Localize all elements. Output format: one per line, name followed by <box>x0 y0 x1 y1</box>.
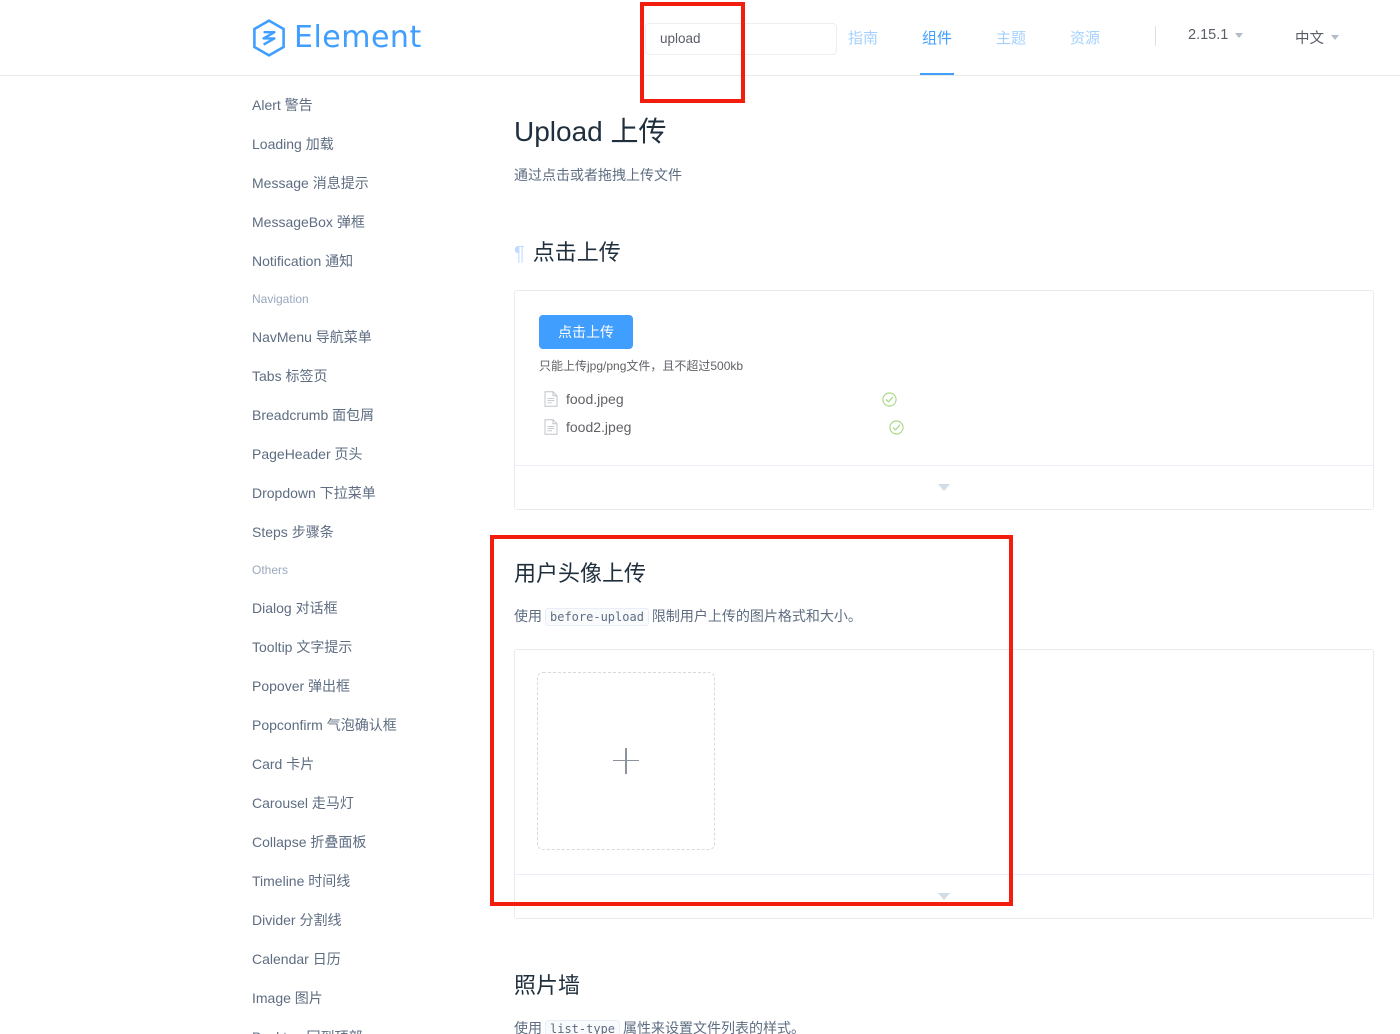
file-name: food2.jpeg <box>566 419 632 435</box>
uploaded-file-list: food.jpeg food2.jpeg <box>539 385 1349 441</box>
chevron-down-icon <box>1331 35 1339 40</box>
list-item[interactable]: food2.jpeg <box>539 413 1349 441</box>
sidebar-item-popconfirm[interactable]: Popconfirm 气泡确认框 <box>252 705 482 744</box>
upload-tip-text: 只能上传jpg/png文件，且不超过500kb <box>539 359 744 373</box>
section-photo-wall: 照片墙 使用 list-type 属性来设置文件列表的样式。 <box>514 972 1374 1034</box>
search-input-value: upload <box>660 31 701 47</box>
sidebar-item-pageheader[interactable]: PageHeader 页头 <box>252 434 482 473</box>
demo-card-click-upload: 点击上传 只能上传jpg/png文件，且不超过500kb food.jpeg f… <box>514 290 1374 510</box>
chevron-down-icon <box>1235 32 1244 38</box>
sidebar-item-dropdown[interactable]: Dropdown 下拉菜单 <box>252 473 482 512</box>
section-avatar-upload: 用户头像上传 使用 before-upload 限制用户上传的图片格式和大小。 <box>514 563 1374 919</box>
site-header: Element upload 指南 组件 主题 资源 2.15.1 中文 <box>0 0 1400 76</box>
nav-item-components[interactable]: 组件 <box>922 0 952 75</box>
inline-code: before-upload <box>545 608 649 626</box>
sidebar-item-loading[interactable]: Loading 加载 <box>252 124 482 163</box>
sidebar-item-notification[interactable]: Notification 通知 <box>252 241 482 280</box>
section-desc-photo-wall: 使用 list-type 属性来设置文件列表的样式。 <box>514 1019 1374 1034</box>
plus-icon <box>613 747 639 774</box>
nav-item-guide[interactable]: 指南 <box>848 0 878 75</box>
chevron-down-icon <box>938 892 950 900</box>
chevron-down-icon <box>938 484 950 491</box>
show-code-toggle-avatar-upload[interactable] <box>515 873 1373 918</box>
nav-item-resource[interactable]: 资源 <box>1070 0 1100 75</box>
sidebar-item-calendar[interactable]: Calendar 日历 <box>252 939 482 978</box>
sidebar-item-card[interactable]: Card 卡片 <box>252 744 482 783</box>
nav-item-guide-label: 指南 <box>848 30 879 47</box>
sidebar-item-timeline[interactable]: Timeline 时间线 <box>252 861 482 900</box>
main-content: Upload 上传 通过点击或者拖拽上传文件 ¶ 点击上传 点击上传 只能上传jp… <box>514 86 1374 1034</box>
demo-card-avatar-upload <box>514 648 1374 919</box>
demo-body-avatar-upload <box>515 650 1373 874</box>
file-name: food.jpeg <box>566 391 624 407</box>
version-selector[interactable]: 2.15.1 <box>1188 27 1244 43</box>
desc-suffix: 属性来设置文件列表的样式。 <box>623 1019 806 1034</box>
element-hexagon-logo-icon <box>253 19 285 57</box>
success-check-icon <box>882 391 897 407</box>
sidebar-item-carousel[interactable]: Carousel 走马灯 <box>252 783 482 822</box>
sidebar-group-navigation: Navigation <box>252 292 309 306</box>
list-item[interactable]: food.jpeg <box>539 385 1349 413</box>
sidebar-item-popover[interactable]: Popover 弹出框 <box>252 666 482 705</box>
desc-prefix: 使用 <box>514 1019 542 1034</box>
nav-item-components-label: 组件 <box>922 30 953 47</box>
sidebar-item-message[interactable]: Message 消息提示 <box>252 163 482 202</box>
sidebar-item-dialog[interactable]: Dialog 对话框 <box>252 588 482 627</box>
sidebar-item-tooltip[interactable]: Tooltip 文字提示 <box>252 627 482 666</box>
nav-item-theme[interactable]: 主题 <box>996 0 1026 75</box>
search-input[interactable]: upload <box>645 23 837 55</box>
sidebar-group-others: Others <box>252 563 289 577</box>
language-selector-label: 中文 <box>1295 31 1324 47</box>
sidebar-item-alert[interactable]: Alert 警告 <box>252 85 482 124</box>
sidebar-item-navmenu[interactable]: NavMenu 导航菜单 <box>252 317 482 356</box>
success-check-icon <box>889 419 904 435</box>
nav-item-theme-label: 主题 <box>996 30 1027 47</box>
sidebar-item-breadcrumb[interactable]: Breadcrumb 面包屑 <box>252 395 482 434</box>
click-upload-button[interactable]: 点击上传 <box>539 315 633 349</box>
sidebar-item-image[interactable]: Image 图片 <box>252 978 482 1017</box>
section-desc-avatar-upload: 使用 before-upload 限制用户上传的图片格式和大小。 <box>514 607 1374 627</box>
nav-item-resource-label: 资源 <box>1070 30 1101 47</box>
language-selector[interactable]: 中文 <box>1295 27 1339 48</box>
anchor-icon: ¶ <box>514 243 525 265</box>
show-code-toggle-click-upload[interactable] <box>515 465 1373 509</box>
sidebar-item-steps[interactable]: Steps 步骤条 <box>252 512 482 551</box>
sidebar-item-tabs[interactable]: Tabs 标签页 <box>252 356 482 395</box>
logo-text: Element <box>294 20 422 55</box>
section-heading-avatar-upload: 用户头像上传 <box>514 561 647 586</box>
sidebar-nav: Alert 警告 Loading 加载 Message 消息提示 Message… <box>252 85 482 1034</box>
element-logo[interactable]: Element <box>252 19 422 57</box>
avatar-upload-dropzone[interactable] <box>537 671 715 850</box>
page-root: Element upload 指南 组件 主题 资源 2.15.1 中文 Ale… <box>0 0 1400 1034</box>
main-nav: 指南 组件 主题 资源 <box>848 0 1144 75</box>
section-heading-click-upload: ¶ 点击上传 <box>514 240 1374 265</box>
inline-code: list-type <box>545 1019 621 1034</box>
document-icon <box>544 419 558 435</box>
sidebar-item-messagebox[interactable]: MessageBox 弹框 <box>252 202 482 241</box>
header-divider <box>1155 26 1156 46</box>
page-subtitle: 通过点击或者拖拽上传文件 <box>514 167 682 183</box>
sidebar-item-collapse[interactable]: Collapse 折叠面板 <box>252 822 482 861</box>
document-icon <box>544 391 558 407</box>
desc-suffix: 限制用户上传的图片格式和大小。 <box>651 608 862 624</box>
demo-body-click-upload: 点击上传 只能上传jpg/png文件，且不超过500kb food.jpeg f… <box>515 291 1373 465</box>
section-heading-click-upload-label: 点击上传 <box>532 240 621 265</box>
sidebar-item-backtop[interactable]: Backtop 回到顶部 <box>252 1017 482 1034</box>
version-selector-label: 2.15.1 <box>1188 27 1229 43</box>
desc-prefix: 使用 <box>514 608 542 624</box>
section-heading-photo-wall: 照片墙 <box>514 972 581 998</box>
page-title: Upload 上传 <box>514 116 667 147</box>
sidebar-item-divider[interactable]: Divider 分割线 <box>252 900 482 939</box>
